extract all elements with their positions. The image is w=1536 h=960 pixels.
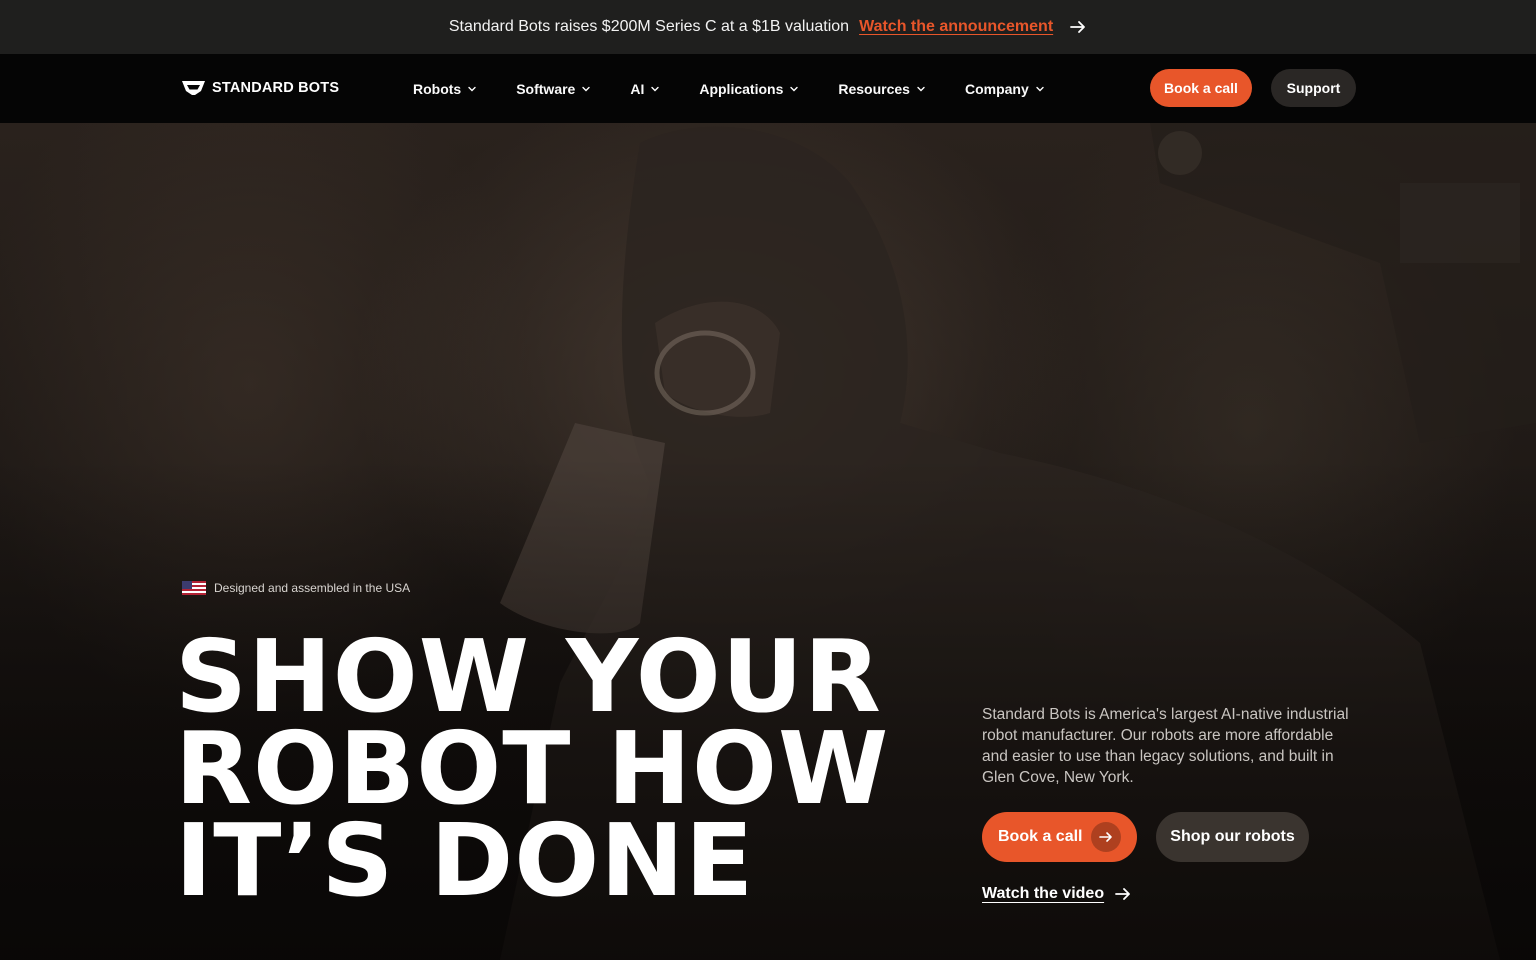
nav-item-company[interactable]: Company — [965, 81, 1045, 97]
announcement-bar: Standard Bots raises $200M Series C at a… — [0, 0, 1536, 54]
arrow-right-icon — [1099, 832, 1112, 842]
book-call-button[interactable]: Book a call — [1150, 69, 1252, 107]
us-flag-icon — [182, 581, 206, 595]
watch-video-label: Watch the video — [982, 885, 1105, 902]
announcement-link[interactable]: Watch the announcement — [859, 18, 1053, 36]
nav-item-robots[interactable]: Robots — [413, 81, 477, 97]
brand-logo[interactable]: STANDARD BOTS — [181, 78, 339, 97]
made-in-usa-badge: Designed and assembled in the USA — [182, 581, 410, 595]
hero-description: Standard Bots is America's largest AI-na… — [982, 706, 1349, 786]
main-nav: STANDARD BOTS Robots Software AI Applica… — [0, 54, 1536, 123]
chevron-down-icon — [468, 86, 476, 91]
support-button[interactable]: Support — [1271, 69, 1356, 107]
made-in-usa-text: Designed and assembled in the USA — [214, 581, 411, 595]
standard-bots-logo-icon — [182, 81, 205, 95]
nav-item-resources[interactable]: Resources — [838, 81, 926, 97]
chevron-down-icon — [1036, 86, 1044, 91]
arrow-right-icon — [1115, 888, 1130, 900]
nav-item-label: Applications — [699, 80, 784, 97]
chevron-down-icon — [651, 86, 660, 91]
nav-item-label: Company — [964, 80, 1029, 97]
headline-line: IT’S DONE — [175, 802, 755, 919]
hero-headline: SHOW YOUR ROBOT HOW IT’S DONE — [175, 627, 955, 919]
announcement-text: Standard Bots raises $200M Series C at a… — [448, 18, 850, 35]
nav-item-label: Resources — [838, 80, 910, 97]
chevron-down-icon — [917, 86, 925, 91]
nav-item-label: AI — [630, 80, 645, 97]
arrow-circle — [1091, 822, 1121, 852]
chevron-down-icon — [790, 86, 799, 91]
hero-book-call-label: Book a call — [998, 828, 1083, 845]
nav-menu: Robots Software AI Applications Resource… — [413, 54, 1084, 123]
hero-book-call-button[interactable]: Book a call — [982, 812, 1137, 862]
chevron-down-icon — [582, 86, 591, 91]
watch-video-link[interactable]: Watch the video — [982, 885, 1132, 903]
nav-item-label: Robots — [413, 80, 462, 97]
nav-item-applications[interactable]: Applications — [699, 81, 799, 97]
nav-item-label: Software — [516, 80, 576, 97]
brand-name: STANDARD BOTS — [212, 79, 340, 96]
arrow-right-icon[interactable] — [1069, 18, 1087, 36]
hero-section: Designed and assembled in the USA SHOW Y… — [0, 123, 1536, 960]
nav-item-software[interactable]: Software — [516, 81, 591, 97]
shop-robots-button[interactable]: Shop our robots — [1156, 812, 1309, 862]
nav-item-ai[interactable]: AI — [630, 81, 660, 97]
